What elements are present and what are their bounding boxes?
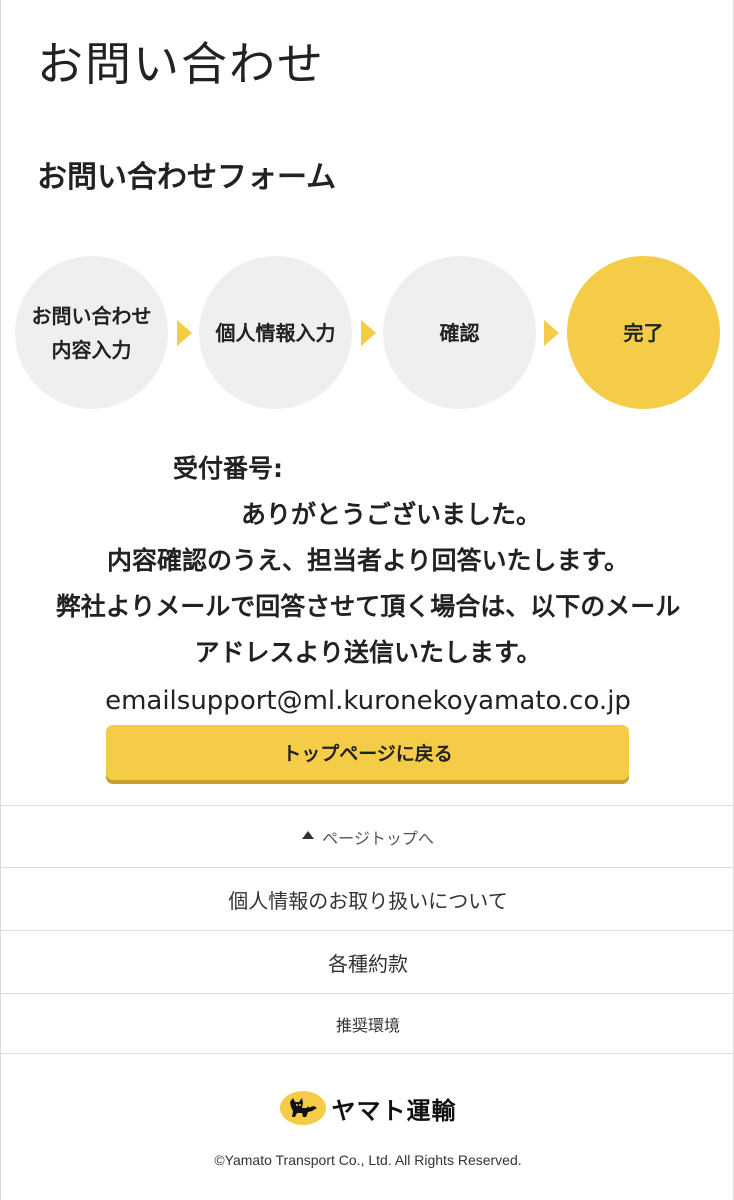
page-title: お問い合わせ bbox=[37, 37, 325, 91]
caret-up-icon bbox=[302, 830, 315, 839]
recommended-environment-link[interactable]: 推奨環境 bbox=[1, 993, 734, 1054]
terms-label: 各種約款 bbox=[328, 951, 408, 976]
thanks-text: ありがとうございました。 bbox=[240, 500, 541, 529]
step-arrow-icon bbox=[361, 320, 376, 346]
message-line-3: アドレスより送信いたします。 bbox=[194, 638, 542, 667]
privacy-policy-label: 個人情報のお取り扱いについて bbox=[228, 888, 508, 913]
step-complete: 完了 bbox=[567, 256, 720, 409]
receipt-number-label: 受付番号: bbox=[173, 454, 283, 483]
step-label: 個人情報入力 bbox=[215, 320, 336, 345]
step-label: 完了 bbox=[623, 320, 664, 345]
brand-logo: ヤマト運輸 bbox=[1, 1086, 734, 1130]
support-email: emailsupport@ml.kuronekoyamato.co.jp bbox=[105, 686, 631, 716]
step-confirm: 確認 bbox=[383, 256, 536, 409]
progress-steps: お問い合わせ 内容入力 個人情報入力 確認 完了 bbox=[1, 256, 734, 411]
step-label: 確認 bbox=[439, 320, 480, 345]
step-content-input: お問い合わせ 内容入力 bbox=[15, 256, 168, 409]
page-top-link[interactable]: ページトップへ bbox=[1, 805, 734, 867]
step-personal-info: 個人情報入力 bbox=[199, 256, 352, 409]
page-top-label: ページトップへ bbox=[322, 828, 434, 848]
message-line-1: 内容確認のうえ、担当者より回答いたします。 bbox=[106, 546, 629, 575]
recommended-environment-label: 推奨環境 bbox=[335, 1015, 400, 1035]
back-to-top-page-label: トップページに戻る bbox=[282, 743, 453, 765]
step-label: お問い合わせ 内容入力 bbox=[31, 303, 152, 362]
completion-message: 受付番号: ありがとうございました。 内容確認のうえ、担当者より回答いたします。… bbox=[1, 446, 734, 724]
step-arrow-icon bbox=[177, 320, 192, 346]
message-line-2: 弊社よりメールで回答させて頂く場合は、以下のメール bbox=[55, 592, 681, 621]
brand-name: ヤマト運輸 bbox=[331, 1096, 457, 1125]
page: お問い合わせ お問い合わせフォーム お問い合わせ 内容入力 個人情報入力 確認 … bbox=[0, 0, 734, 1200]
terms-link[interactable]: 各種約款 bbox=[1, 930, 734, 993]
privacy-policy-link[interactable]: 個人情報のお取り扱いについて bbox=[1, 867, 734, 930]
section-title: お問い合わせフォーム bbox=[37, 160, 337, 195]
black-cat-logo-icon-graphic bbox=[289, 1098, 317, 1117]
copyright-text: ©Yamato Transport Co., Ltd. All Rights R… bbox=[214, 1152, 522, 1168]
black-cat-logo-icon bbox=[279, 1091, 326, 1125]
step-arrow-icon bbox=[544, 320, 559, 346]
back-to-top-page-button[interactable]: トップページに戻る bbox=[106, 725, 629, 780]
